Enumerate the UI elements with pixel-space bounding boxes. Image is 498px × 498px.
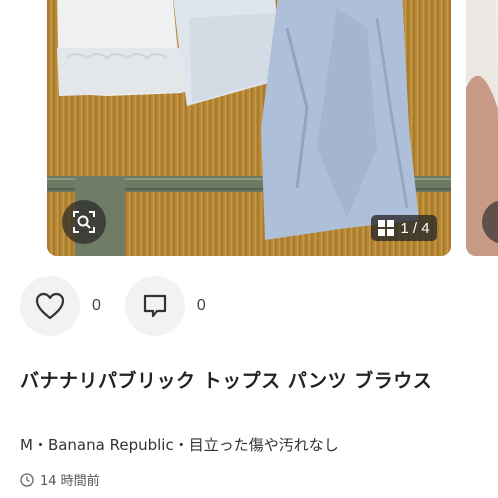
zoom-button[interactable] xyxy=(62,200,106,244)
comment-count: 0 xyxy=(196,297,206,314)
grid-icon xyxy=(378,220,395,236)
item-title: バナナリパブリック トップス パンツ ブラウス xyxy=(20,370,433,392)
image-carousel[interactable]: 1 / 4 xyxy=(0,0,498,256)
posted-time-text: 14 時間前 xyxy=(40,474,100,489)
comment-icon xyxy=(143,294,167,318)
action-row: 0 0 xyxy=(20,276,230,336)
like-button[interactable] xyxy=(20,276,80,336)
item-meta: M・Banana Republic・目立った傷や汚れなし xyxy=(20,436,339,454)
heart-icon xyxy=(35,292,65,320)
comment-button[interactable] xyxy=(124,276,185,336)
image-counter-text: 1 / 4 xyxy=(400,219,430,237)
zoom-search-icon xyxy=(73,211,95,233)
clock-icon xyxy=(20,472,34,487)
item-detail-page: 1 / 4 0 0 バナナリパブリック トップス パンツ ブラウス M・Bana… xyxy=(0,0,498,498)
posted-time: 14 時間前 xyxy=(20,470,100,489)
like-count: 0 xyxy=(92,297,101,314)
image-counter-badge[interactable]: 1 / 4 xyxy=(371,215,437,241)
